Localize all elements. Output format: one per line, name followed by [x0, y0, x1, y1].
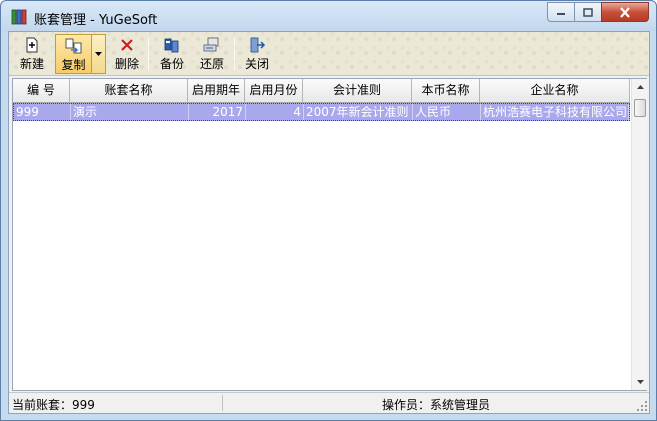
column-header-start-year[interactable]: 启用期年: [188, 79, 245, 103]
copy-button[interactable]: 复制: [55, 34, 92, 74]
window-title: 账套管理 - YuGeSoft: [34, 13, 158, 28]
app-books-icon: [11, 9, 27, 25]
caret-down-icon: [95, 51, 102, 56]
exit-door-icon: [250, 37, 266, 53]
minimize-icon: [557, 13, 565, 15]
cell-accounting-standard: 2007年新会计准则: [304, 104, 413, 120]
scroll-down-button[interactable]: [632, 374, 648, 390]
table-header: 编 号 账套名称 启用期年 启用月份 会计准则 本币名称 企业名称: [13, 79, 630, 103]
minimize-button[interactable]: [547, 2, 574, 22]
arrow-down-icon: [636, 380, 644, 384]
backup-database-icon: [164, 38, 179, 53]
backup-label: 备份: [159, 57, 184, 71]
column-header-start-month[interactable]: 启用月份: [245, 79, 303, 103]
toolbar: 新建 复制 删除 备份 还原 关闭: [9, 32, 649, 76]
new-document-icon: [26, 37, 38, 53]
column-header-account-name[interactable]: 账套名称: [70, 79, 188, 103]
close-label: 关闭: [244, 57, 269, 71]
maximize-button[interactable]: [574, 2, 601, 22]
operator-status: 操作员：系统管理员: [382, 398, 491, 412]
scroll-thumb[interactable]: [634, 99, 646, 117]
close-icon: [620, 6, 630, 18]
account-table: 编 号 账套名称 启用期年 启用月份 会计准则 本币名称 企业名称 999 演示…: [12, 78, 647, 391]
restore-icon: [203, 37, 219, 52]
toolbar-separator: [234, 38, 235, 70]
copy-dropdown-button[interactable]: [92, 34, 106, 74]
close-window-button[interactable]: [601, 2, 649, 22]
delete-x-icon: [121, 39, 133, 51]
toolbar-separator: [148, 38, 149, 70]
cell-id: 999: [14, 104, 71, 120]
column-header-company-name[interactable]: 企业名称: [480, 79, 630, 103]
scroll-up-button[interactable]: [632, 79, 648, 95]
title-bar[interactable]: 账套管理 - YuGeSoft: [1, 1, 656, 31]
cell-start-year: 2017: [189, 104, 246, 120]
client-area: 新建 复制 删除 备份 还原 关闭 编 号 账套名称 启用期年 启用月份 会计准…: [8, 31, 650, 414]
cell-company-name: 杭州浩赛电子科技有限公司: [483, 104, 629, 120]
current-account-status: 当前账套：999: [12, 398, 95, 412]
arrow-up-icon: [636, 85, 644, 89]
cell-currency: 人民币: [413, 104, 481, 120]
maximize-icon: [583, 7, 593, 17]
new-label: 新建: [19, 57, 44, 71]
cell-account-name: 演示: [71, 104, 189, 120]
column-header-id[interactable]: 编 号: [13, 79, 70, 103]
column-header-accounting-standard[interactable]: 会计准则: [303, 79, 412, 103]
account-manager-window: 账套管理 - YuGeSoft 新建 复制 删除 备份 还原 关闭 编 号 账套…: [0, 0, 657, 421]
status-bar: 当前账套：999 操作员：系统管理员: [9, 392, 649, 413]
vertical-scrollbar[interactable]: [631, 79, 647, 390]
restore-label: 还原: [199, 57, 224, 71]
status-divider: [222, 395, 223, 411]
cell-start-month: 4: [246, 104, 304, 120]
restore-button[interactable]: 还原: [195, 34, 229, 74]
new-button[interactable]: 新建: [15, 34, 49, 74]
delete-label: 删除: [114, 57, 139, 71]
copy-label: 复制: [61, 58, 86, 72]
close-button[interactable]: 关闭: [240, 34, 274, 74]
resize-grip-icon[interactable]: [637, 401, 648, 412]
backup-button[interactable]: 备份: [155, 34, 189, 74]
column-header-currency[interactable]: 本币名称: [412, 79, 480, 103]
delete-button[interactable]: 删除: [110, 34, 144, 74]
copy-icon: [65, 38, 81, 54]
table-row[interactable]: 999 演示 2017 4 2007年新会计准则 人民币 杭州浩赛电子科技有限公…: [13, 103, 630, 121]
